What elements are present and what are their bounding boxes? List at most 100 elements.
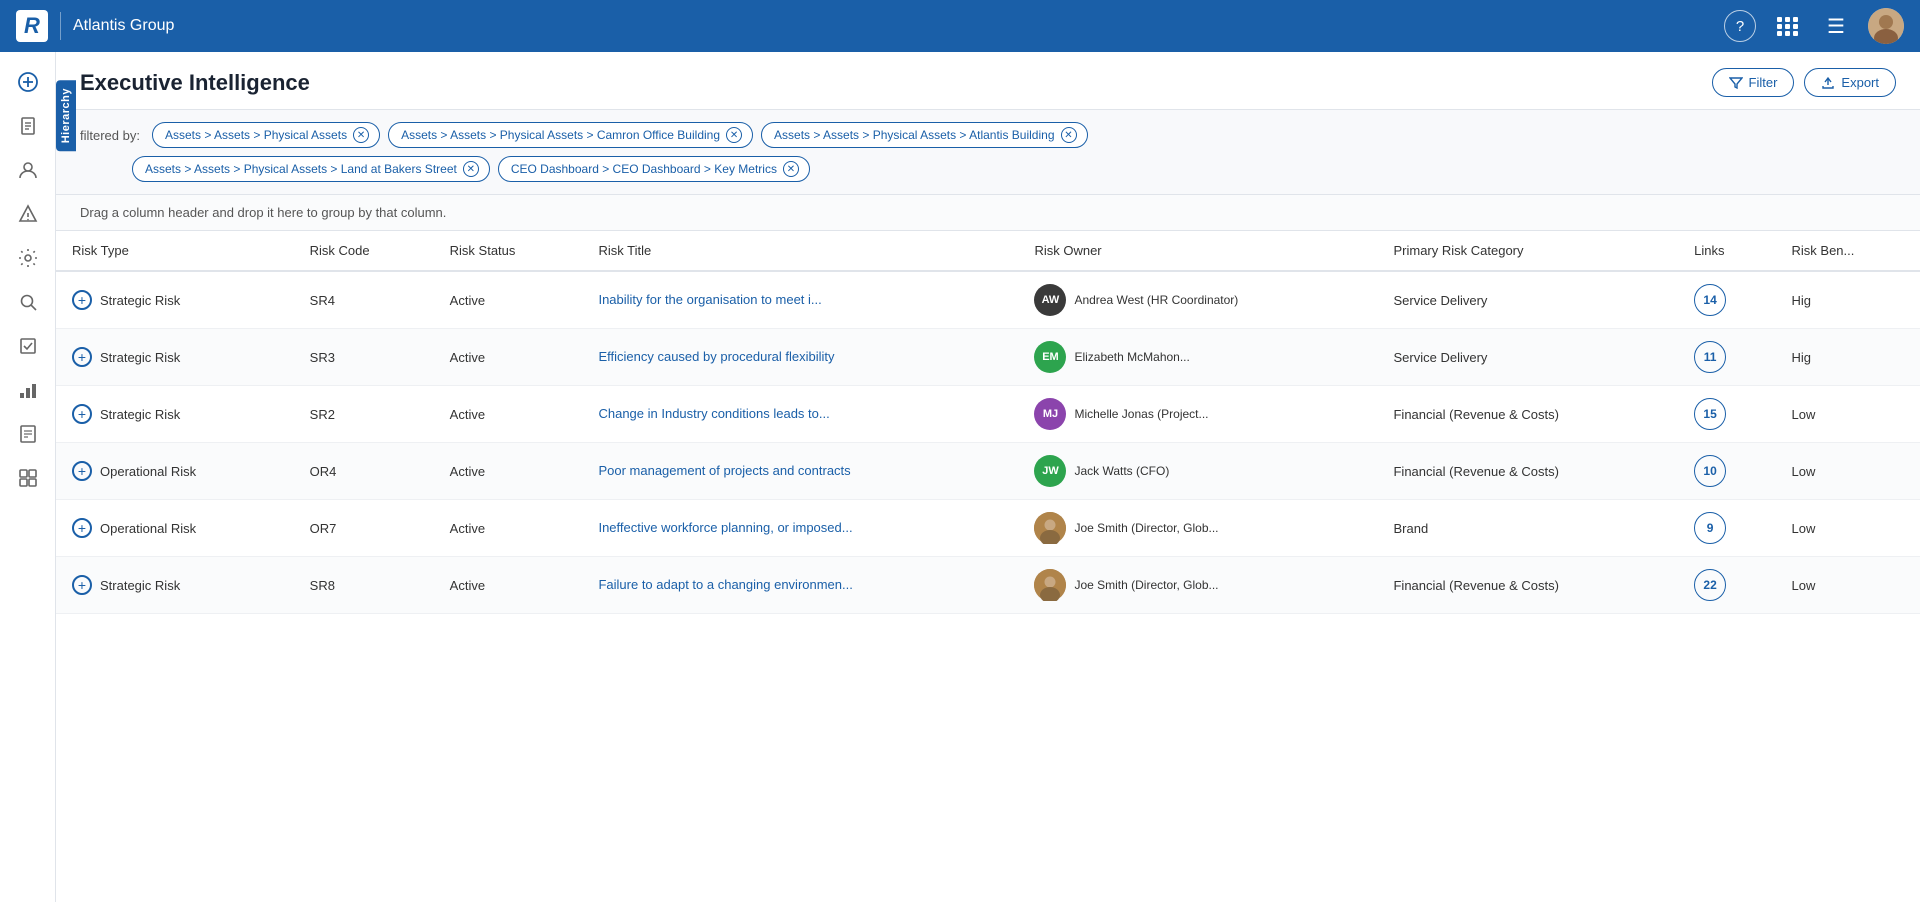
risk-title-link[interactable]: Change in Industry conditions leads to..… (598, 406, 829, 421)
risk-title-cell: Poor management of projects and contract… (582, 443, 1018, 500)
risk-owner-cell: Joe Smith (Director, Glob... (1018, 500, 1377, 557)
sidebar-item-chart[interactable] (8, 370, 48, 410)
links-badge[interactable]: 22 (1694, 569, 1726, 601)
primary-category-cell: Service Delivery (1377, 329, 1678, 386)
sidebar-item-users[interactable] (8, 150, 48, 190)
risk-ben-cell: Hig (1776, 271, 1920, 329)
risk-code-cell: SR8 (294, 557, 434, 614)
sidebar-item-add[interactable] (8, 62, 48, 102)
primary-category-cell: Brand (1377, 500, 1678, 557)
risk-status-cell: Active (434, 557, 583, 614)
help-icon[interactable]: ? (1724, 10, 1756, 42)
filter-button[interactable]: Filter (1712, 68, 1795, 97)
col-risk-owner[interactable]: Risk Owner (1018, 231, 1377, 271)
risk-type-cell: +Operational Risk (56, 443, 294, 500)
sidebar (0, 52, 56, 902)
risk-code-cell: SR3 (294, 329, 434, 386)
sidebar-item-documents[interactable] (8, 106, 48, 146)
main-content: Executive Intelligence Filter Export fil… (56, 52, 1920, 902)
risk-title-link[interactable]: Ineffective workforce planning, or impos… (598, 520, 852, 535)
risk-status-cell: Active (434, 329, 583, 386)
export-button[interactable]: Export (1804, 68, 1896, 97)
links-badge[interactable]: 14 (1694, 284, 1726, 316)
col-risk-type[interactable]: Risk Type (56, 231, 294, 271)
expand-icon[interactable]: + (72, 347, 92, 367)
table-row: +Strategic RiskSR4ActiveInability for th… (56, 271, 1920, 329)
col-risk-code[interactable]: Risk Code (294, 231, 434, 271)
filter-chip-remove-4[interactable]: ✕ (783, 161, 799, 177)
hierarchy-tab[interactable]: Hierarchy (56, 80, 76, 151)
risk-title-link[interactable]: Failure to adapt to a changing environme… (598, 577, 852, 592)
apps-grid-icon[interactable] (1772, 10, 1804, 42)
col-primary-category[interactable]: Primary Risk Category (1377, 231, 1678, 271)
links-cell: 14 (1678, 271, 1775, 329)
menu-icon[interactable]: ☰ (1820, 10, 1852, 42)
risk-owner-cell: JWJack Watts (CFO) (1018, 443, 1377, 500)
sidebar-item-checklist[interactable] (8, 326, 48, 366)
filter-chip-remove-3[interactable]: ✕ (463, 161, 479, 177)
nav-divider (60, 12, 61, 40)
app-logo: R (16, 10, 48, 42)
links-cell: 11 (1678, 329, 1775, 386)
page-title: Executive Intelligence (80, 70, 310, 96)
risk-code-cell: OR7 (294, 500, 434, 557)
risk-type-cell: +Operational Risk (56, 500, 294, 557)
sidebar-item-settings[interactable] (8, 238, 48, 278)
risk-type-cell: +Strategic Risk (56, 386, 294, 443)
risk-status-cell: Active (434, 443, 583, 500)
table-header-row: Risk Type Risk Code Risk Status Risk Tit… (56, 231, 1920, 271)
expand-icon[interactable]: + (72, 404, 92, 424)
risk-ben-cell: Low (1776, 500, 1920, 557)
page-header: Executive Intelligence Filter Export (56, 52, 1920, 110)
risk-title-link[interactable]: Efficiency caused by procedural flexibil… (598, 349, 834, 364)
filter-chip-remove-0[interactable]: ✕ (353, 127, 369, 143)
risk-owner-cell: EMElizabeth McMahon... (1018, 329, 1377, 386)
user-avatar[interactable] (1868, 8, 1904, 44)
links-badge[interactable]: 11 (1694, 341, 1726, 373)
sidebar-item-search[interactable] (8, 282, 48, 322)
risk-ben-cell: Low (1776, 443, 1920, 500)
risk-title-cell: Failure to adapt to a changing environme… (582, 557, 1018, 614)
avatar: JW (1034, 455, 1066, 487)
filter-label: filtered by: (80, 128, 140, 143)
table-row: +Operational RiskOR4Active Poor managemen… (56, 443, 1920, 500)
links-badge[interactable]: 15 (1694, 398, 1726, 430)
sidebar-item-alerts[interactable] (8, 194, 48, 234)
filter-chip-remove-1[interactable]: ✕ (726, 127, 742, 143)
sidebar-item-grid[interactable] (8, 458, 48, 498)
company-name: Atlantis Group (73, 17, 1712, 35)
sidebar-item-report[interactable] (8, 414, 48, 454)
risks-table: Risk Type Risk Code Risk Status Risk Tit… (56, 231, 1920, 614)
links-cell: 9 (1678, 500, 1775, 557)
col-risk-ben[interactable]: Risk Ben... (1776, 231, 1920, 271)
links-cell: 10 (1678, 443, 1775, 500)
col-risk-status[interactable]: Risk Status (434, 231, 583, 271)
avatar: AW (1034, 284, 1066, 316)
risk-status-cell: Active (434, 271, 583, 329)
expand-icon[interactable]: + (72, 518, 92, 538)
top-navigation: R Atlantis Group ? ☰ (0, 0, 1920, 52)
risk-status-cell: Active (434, 386, 583, 443)
links-badge[interactable]: 9 (1694, 512, 1726, 544)
filter-icon (1729, 76, 1743, 90)
expand-icon[interactable]: + (72, 461, 92, 481)
risk-code-cell: SR4 (294, 271, 434, 329)
filter-chip-remove-2[interactable]: ✕ (1061, 127, 1077, 143)
links-badge[interactable]: 10 (1694, 455, 1726, 487)
expand-icon[interactable]: + (72, 290, 92, 310)
table-row: +Operational RiskOR7Active Ineffective wo… (56, 500, 1920, 557)
risk-title-link[interactable]: Poor management of projects and contract… (598, 463, 850, 478)
risk-code-cell: OR4 (294, 443, 434, 500)
links-cell: 22 (1678, 557, 1775, 614)
filter-bar: filtered by: Assets > Assets > Physical … (56, 110, 1920, 195)
avatar (1034, 512, 1066, 544)
col-links[interactable]: Links (1678, 231, 1775, 271)
primary-category-cell: Financial (Revenue & Costs) (1377, 443, 1678, 500)
risk-type-cell: +Strategic Risk (56, 329, 294, 386)
risk-status-cell: Active (434, 500, 583, 557)
risk-title-link[interactable]: Inability for the organisation to meet i… (598, 292, 821, 307)
col-risk-title[interactable]: Risk Title (582, 231, 1018, 271)
avatar: MJ (1034, 398, 1066, 430)
primary-category-cell: Financial (Revenue & Costs) (1377, 557, 1678, 614)
expand-icon[interactable]: + (72, 575, 92, 595)
